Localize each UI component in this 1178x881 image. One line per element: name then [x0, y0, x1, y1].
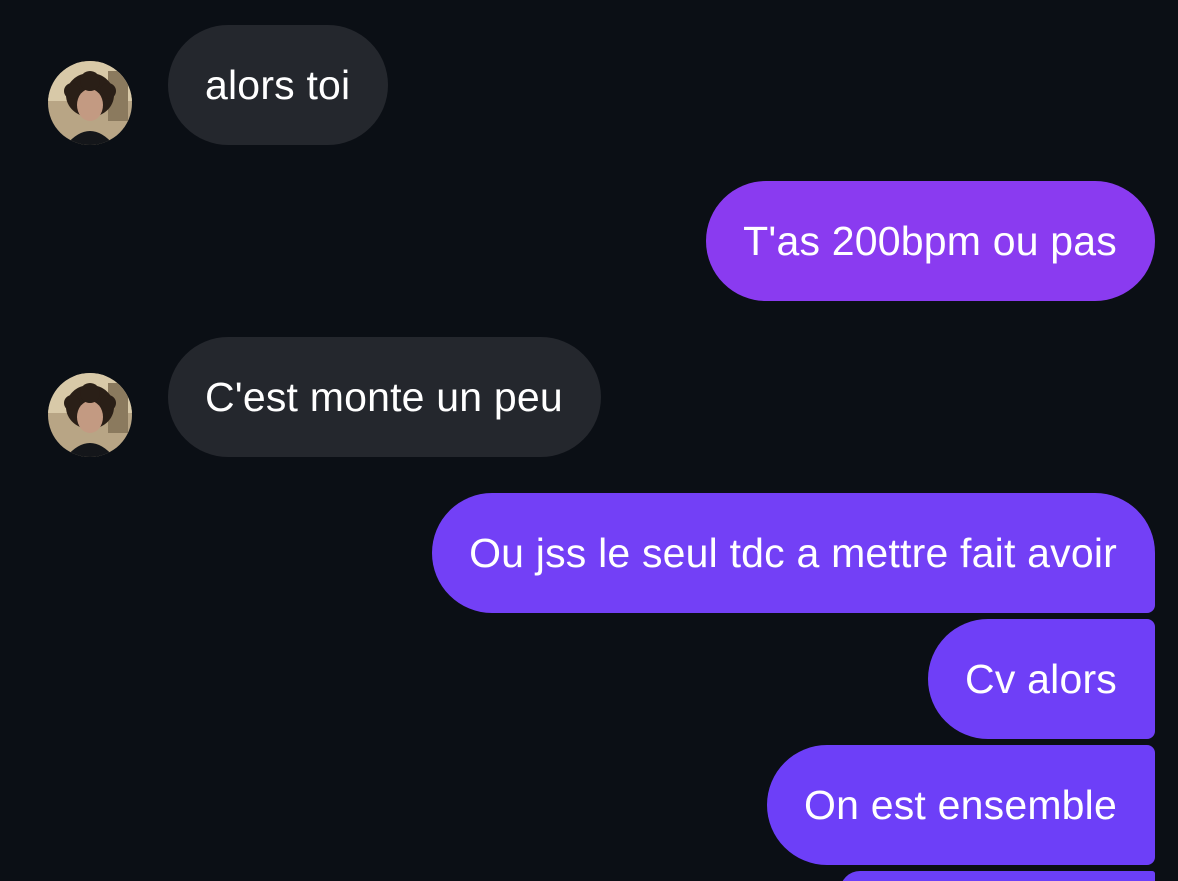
message-text: Cv alors: [965, 655, 1117, 702]
message-bubble-incoming[interactable]: C'est monte un peu: [168, 337, 601, 457]
message-text: T'as 200bpm ou pas: [743, 217, 1117, 264]
message-text: Ou jss le seul tdc a mettre fait avoir: [469, 529, 1117, 576]
message-text: alors toi: [205, 61, 351, 108]
avatar-photo-icon: [48, 373, 132, 457]
message-bubble-outgoing[interactable]: On est ensemble: [767, 745, 1155, 865]
contact-avatar[interactable]: [48, 61, 132, 145]
message-text: On est ensemble: [804, 781, 1117, 828]
message-bubble-outgoing-partial[interactable]: [840, 871, 1155, 881]
message-bubble-outgoing[interactable]: Ou jss le seul tdc a mettre fait avoir: [432, 493, 1155, 613]
message-bubble-outgoing[interactable]: Cv alors: [928, 619, 1155, 739]
message-text: C'est monte un peu: [205, 373, 563, 420]
contact-avatar[interactable]: [48, 373, 132, 457]
message-bubble-outgoing[interactable]: T'as 200bpm ou pas: [706, 181, 1155, 301]
avatar-photo-icon: [48, 61, 132, 145]
message-bubble-incoming[interactable]: alors toi: [168, 25, 389, 145]
